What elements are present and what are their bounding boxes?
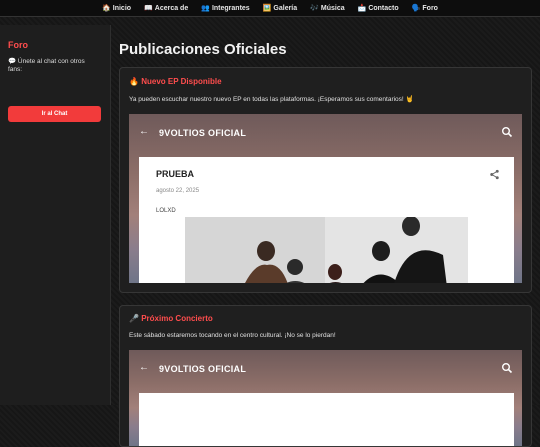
band-photo: [185, 217, 468, 283]
search-icon[interactable]: [501, 362, 513, 374]
blog-post-body: LOLXD: [156, 208, 176, 214]
envelope-icon: 📩: [357, 5, 367, 12]
post-title: 🎤 Próximo Concierto: [129, 314, 213, 323]
nav-item-label: Galería: [273, 4, 298, 12]
nav-item-integrantes[interactable]: 👥 Integrantes: [201, 4, 250, 13]
sidebar-description: 💬 Únete al chat con otros fans:: [8, 58, 85, 73]
post-title-text: Nuevo EP Disponible: [141, 77, 222, 86]
nav-item-label: Contacto: [368, 4, 399, 12]
search-icon[interactable]: [501, 126, 513, 138]
blog-name[interactable]: 9VOLTIOS OFICIAL: [159, 364, 246, 374]
nav-item-label: Música: [320, 4, 345, 12]
sidebar: Foro 💬 Únete al chat con otros fans: Ir …: [0, 25, 111, 405]
share-icon[interactable]: [489, 169, 500, 180]
blog-name[interactable]: 9VOLTIOS OFICIAL: [159, 128, 246, 138]
top-nav: 🏠 Inicio 📖 Acerca de 👥 Integrantes 🖼️ Ga…: [0, 0, 540, 17]
speaking-head-icon: 🗣️: [411, 5, 421, 12]
blog-post-date: agosto 22, 2025: [156, 188, 200, 194]
nav-item-musica[interactable]: 🎶 Música: [310, 4, 345, 13]
blog-post-title[interactable]: PRUEBA: [156, 169, 194, 179]
blog-embed[interactable]: ← 9VOLTIOS OFICIAL: [129, 350, 522, 446]
nav-item-label: Acerca de: [154, 4, 189, 12]
blog-post-card: [139, 393, 514, 446]
post-title: 🔥 Nuevo EP Disponible: [129, 77, 222, 86]
sidebar-title: Foro: [8, 40, 28, 50]
nav-item-contacto[interactable]: 📩 Contacto: [357, 4, 399, 13]
book-icon: 📖: [144, 5, 153, 12]
nav-item-label: Integrantes: [211, 4, 250, 12]
post-card: 🎤 Próximo Concierto Este sábado estaremo…: [119, 305, 532, 447]
post-text: Ya pueden escuchar nuestro nuevo EP en t…: [129, 96, 414, 103]
post-title-text: Próximo Concierto: [141, 314, 213, 323]
nav-item-acerca[interactable]: 📖 Acerca de: [144, 4, 189, 13]
blog-post-card: PRUEBA agosto 22, 2025 LOLXD: [139, 157, 514, 283]
nav-item-label: Inicio: [112, 4, 132, 12]
nav-item-inicio[interactable]: 🏠 Inicio: [102, 4, 132, 13]
people-icon: 👥: [201, 5, 210, 12]
blog-header: ← 9VOLTIOS OFICIAL: [129, 350, 522, 390]
page-title: Publicaciones Oficiales: [119, 41, 287, 58]
nav-item-foro[interactable]: 🗣️ Foro: [411, 4, 438, 13]
chat-button[interactable]: Ir al Chat: [8, 106, 101, 122]
picture-icon: 🖼️: [262, 5, 272, 12]
post-text: Este sábado estaremos tocando en el cent…: [129, 332, 336, 339]
blog-embed[interactable]: ← 9VOLTIOS OFICIAL PRUEBA agosto 22, 202…: [129, 114, 522, 283]
microphone-icon: 🎤: [129, 314, 139, 323]
nav-item-galeria[interactable]: 🖼️ Galería: [262, 4, 298, 13]
blog-header: ← 9VOLTIOS OFICIAL: [129, 114, 522, 154]
nav-item-label: Foro: [422, 4, 438, 12]
home-icon: 🏠: [102, 5, 111, 12]
band-photo-image: [185, 217, 468, 283]
post-card: 🔥 Nuevo EP Disponible Ya pueden escuchar…: [119, 67, 532, 293]
fire-icon: 🔥: [129, 77, 139, 86]
back-arrow-icon[interactable]: ←: [139, 362, 149, 373]
music-notes-icon: 🎶: [310, 5, 319, 12]
back-arrow-icon[interactable]: ←: [139, 126, 149, 137]
